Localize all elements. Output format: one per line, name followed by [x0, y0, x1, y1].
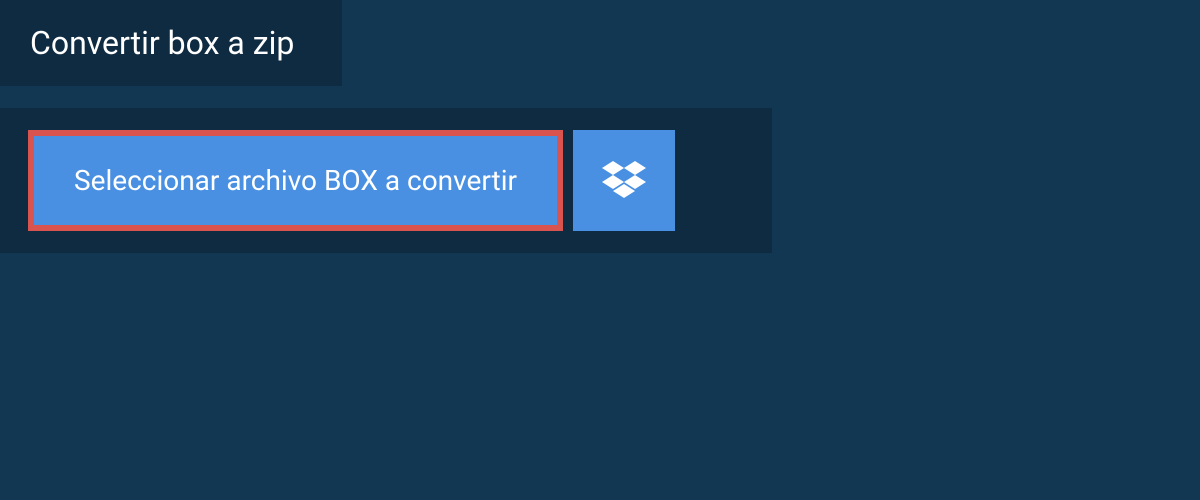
- dropbox-icon: [602, 161, 646, 201]
- dropbox-button[interactable]: [573, 130, 675, 231]
- page-title: Convertir box a zip: [30, 24, 294, 62]
- upload-panel: Seleccionar archivo BOX a convertir: [0, 108, 772, 253]
- select-file-button[interactable]: Seleccionar archivo BOX a convertir: [28, 130, 563, 231]
- button-row: Seleccionar archivo BOX a convertir: [28, 130, 744, 231]
- select-file-label: Seleccionar archivo BOX a convertir: [74, 164, 517, 197]
- page-title-tab: Convertir box a zip: [0, 0, 342, 86]
